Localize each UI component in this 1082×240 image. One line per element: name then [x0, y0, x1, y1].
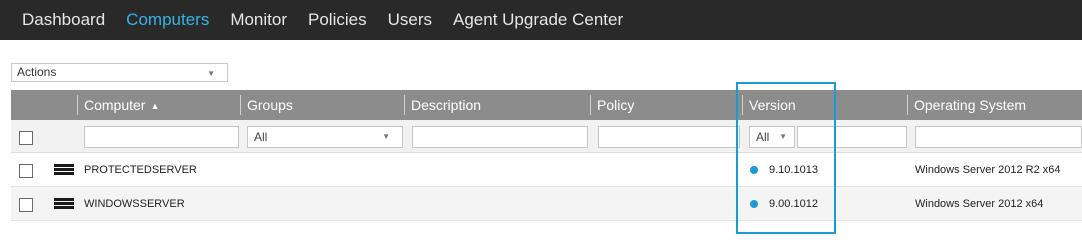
- select-all-checkbox[interactable]: [19, 131, 33, 145]
- groups-filter-value: All: [254, 130, 268, 144]
- column-header-groups[interactable]: Groups: [240, 90, 404, 120]
- operating-system: Windows Server 2012 x64: [915, 198, 1044, 210]
- column-header-version[interactable]: Version: [742, 90, 907, 120]
- computer-name[interactable]: PROTECTEDSERVER: [84, 153, 197, 187]
- table-row[interactable]: WINDOWSSERVER 9.00.1012 Windows Server 2…: [11, 187, 1082, 221]
- version-filter-select[interactable]: All ▼: [749, 126, 795, 148]
- column-label-computer: Computer: [84, 97, 146, 113]
- column-label-description: Description: [411, 97, 482, 113]
- column-label-groups: Groups: [247, 97, 293, 113]
- chevron-down-icon: ▼: [207, 69, 215, 78]
- version-filter-select-value: All: [756, 130, 770, 144]
- column-label-version: Version: [749, 97, 796, 113]
- row-checkbox[interactable]: [19, 198, 33, 212]
- chevron-down-icon: ▼: [779, 132, 787, 141]
- status-dot-icon: [750, 166, 758, 174]
- policy-filter-input[interactable]: [598, 126, 740, 148]
- column-label-policy: Policy: [597, 97, 635, 113]
- agent-version: 9.10.1013: [769, 164, 818, 176]
- nav-agent-upgrade-center[interactable]: Agent Upgrade Center: [453, 10, 623, 30]
- top-nav: Dashboard Computers Monitor Policies Use…: [0, 0, 1082, 40]
- status-dot-icon: [750, 200, 758, 208]
- column-header-computer[interactable]: Computer ▲: [77, 90, 240, 120]
- computer-name[interactable]: WINDOWSSERVER: [84, 187, 185, 221]
- nav-monitor[interactable]: Monitor: [230, 10, 287, 30]
- actions-label: Actions: [17, 65, 57, 79]
- nav-computers[interactable]: Computers: [126, 10, 209, 30]
- agent-version: 9.00.1012: [769, 198, 818, 210]
- nav-dashboard[interactable]: Dashboard: [22, 10, 105, 30]
- nav-users[interactable]: Users: [388, 10, 432, 30]
- version-filter-input[interactable]: [797, 126, 907, 148]
- description-filter-input[interactable]: [412, 126, 588, 148]
- server-icon: [54, 198, 74, 210]
- filter-row: All ▼ All ▼: [11, 120, 1082, 153]
- nav-policies[interactable]: Policies: [308, 10, 367, 30]
- column-header-description[interactable]: Description: [404, 90, 590, 120]
- grid-header: Computer ▲ Groups Description Policy Vers…: [11, 90, 1082, 120]
- actions-dropdown[interactable]: Actions ▼: [11, 63, 228, 82]
- table-row[interactable]: PROTECTEDSERVER 9.10.1013 Windows Server…: [11, 153, 1082, 187]
- column-header-operating-system[interactable]: Operating System: [907, 90, 1082, 120]
- row-checkbox[interactable]: [19, 164, 33, 178]
- computer-filter-input[interactable]: [84, 126, 239, 148]
- operating-system-filter-input[interactable]: [915, 126, 1082, 148]
- operating-system: Windows Server 2012 R2 x64: [915, 164, 1061, 176]
- sort-ascending-icon: ▲: [150, 101, 160, 111]
- groups-filter-select[interactable]: All ▼: [247, 126, 403, 148]
- column-label-operating-system: Operating System: [914, 97, 1027, 113]
- server-icon: [54, 164, 74, 176]
- computers-grid: Computer ▲ Groups Description Policy Vers…: [11, 90, 1082, 221]
- chevron-down-icon: ▼: [382, 132, 390, 141]
- column-header-policy[interactable]: Policy: [590, 90, 742, 120]
